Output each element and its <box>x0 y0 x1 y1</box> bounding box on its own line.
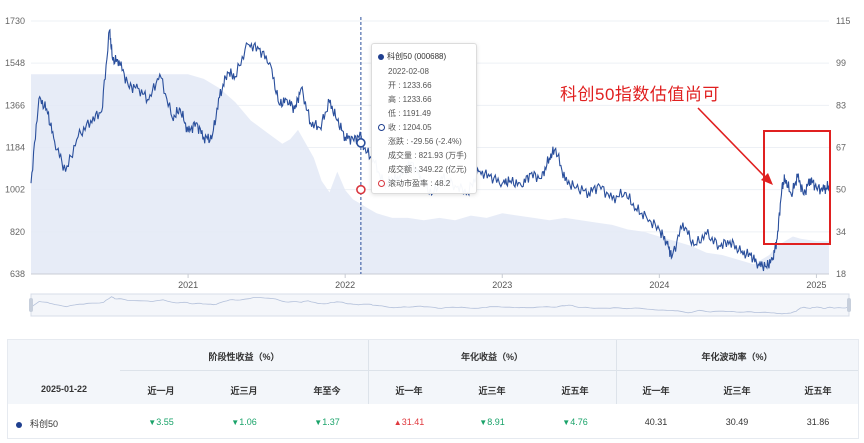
y-axis-right: 115 99 83 67 50 34 18 <box>836 16 850 279</box>
subhead-vol-5y: 近五年 <box>804 386 832 396</box>
y-right-tick: 50 <box>836 185 846 195</box>
subhead-1m: 近一月 <box>147 386 175 396</box>
y-left-tick: 1184 <box>6 143 25 153</box>
x-tick-label: 2024 <box>649 280 669 290</box>
annotation-text: 科创50指数估值尚可 <box>560 85 720 104</box>
close-ring-icon <box>378 124 385 132</box>
y-left-tick: 820 <box>10 227 25 237</box>
returns-table: 阶段性收益（%） 年化收益（%） 年化波动率（%） 2025-01-22 近一月… <box>7 339 859 439</box>
header-divider <box>120 370 858 371</box>
range-slider-handle-right[interactable] <box>847 298 851 312</box>
value-ret-3y: ▼8.91 <box>479 417 505 427</box>
value-arrow-icon: ▼ <box>231 418 240 427</box>
x-tick-label: 2022 <box>335 280 355 290</box>
value-arrow-icon: ▼ <box>562 418 571 427</box>
x-tick-label: 2023 <box>492 280 512 290</box>
value-arrow-icon: ▲ <box>393 418 402 427</box>
x-axis: 2021 2022 2023 2024 2025 <box>31 273 829 290</box>
value-arrow-icon: ▼ <box>314 418 323 427</box>
y-right-tick: 18 <box>836 269 846 279</box>
y-right-tick: 99 <box>836 58 846 68</box>
tooltip-low: 低 : 1191.49 <box>388 109 431 118</box>
tooltip-code: (000688) <box>414 52 447 61</box>
pe-ring-icon <box>378 180 385 188</box>
tooltip-change: 涨跌 : -29.56 (-2.4%) <box>388 137 462 146</box>
pe-marker <box>356 184 366 195</box>
tooltip-title: 科创50 (000688) <box>378 52 446 62</box>
value-arrow-icon: ▼ <box>479 418 488 427</box>
y-right-tick: 34 <box>836 227 846 237</box>
tooltip-name: 科创50 <box>387 52 412 61</box>
y-right-tick: 83 <box>836 100 846 110</box>
range-slider-handle-left[interactable] <box>29 298 33 312</box>
y-left-tick: 1730 <box>5 16 25 26</box>
value-vol-3y: 30.49 <box>725 417 749 427</box>
range-slider-track[interactable] <box>30 293 850 317</box>
table-date: 2025-01-22 <box>40 384 88 394</box>
table-row-name[interactable]: 科创50 <box>16 417 120 431</box>
subhead-ytd: 年至今 <box>313 386 341 396</box>
subhead-vol-1y: 近一年 <box>642 386 670 396</box>
x-tick-label: 2021 <box>178 280 198 290</box>
value-1m: ▼3.55 <box>148 417 174 427</box>
group-annual-volatility: 年化波动率（%） <box>701 352 773 362</box>
y-axis-left: 1730 1548 1366 1184 1002 820 638 <box>5 16 25 279</box>
series-dot-icon <box>378 53 384 60</box>
value-ytd: ▼1.37 <box>314 417 340 427</box>
tooltip-turnover: 成交额 : 349.22 (亿元) <box>388 165 467 174</box>
y-left-tick: 1366 <box>5 100 25 110</box>
x-tick-label: 2025 <box>806 280 826 290</box>
y-left-tick: 1002 <box>5 185 25 195</box>
value-vol-5y: 31.86 <box>806 417 830 427</box>
group-period-returns: 阶段性收益（%） <box>208 352 280 362</box>
group-annual-returns: 年化收益（%） <box>460 352 523 362</box>
value-vol-1y: 40.31 <box>644 417 668 427</box>
tooltip-close-text: 收 : 1204.05 <box>388 123 432 132</box>
y-left-tick: 638 <box>10 269 25 279</box>
tooltip-open: 开 : 1233.66 <box>388 81 432 90</box>
series-dot-icon <box>16 421 22 428</box>
annotation-arrow <box>697 107 767 179</box>
tooltip-pe-text: 滚动市盈率 : 48.2 <box>388 179 451 188</box>
tooltip-date: 2022-02-08 <box>388 67 429 76</box>
tooltip-volume: 成交量 : 821.93 (万手) <box>388 151 467 160</box>
tooltip-pe: 滚动市盈率 : 48.2 <box>378 179 450 189</box>
value-ret-5y: ▼4.76 <box>562 417 588 427</box>
subhead-ret-1y: 近一年 <box>395 386 423 396</box>
value-arrow-icon: ▼ <box>148 418 157 427</box>
y-left-tick: 1548 <box>5 58 25 68</box>
row-name-text: 科创50 <box>30 419 59 429</box>
y-right-tick: 115 <box>836 16 850 26</box>
y-right-tick: 67 <box>836 143 846 153</box>
subhead-ret-3y: 近三年 <box>478 386 506 396</box>
range-slider[interactable] <box>29 293 851 317</box>
value-ret-1y: ▲31.41 <box>393 417 425 427</box>
close-marker <box>356 138 366 148</box>
value-3m: ▼1.06 <box>231 417 257 427</box>
subhead-3m: 近三月 <box>230 386 258 396</box>
chart-tooltip: 科创50 (000688) 2022-02-08 开 : 1233.66 高 :… <box>371 43 477 194</box>
subhead-vol-3y: 近三年 <box>723 386 751 396</box>
tooltip-high: 高 : 1233.66 <box>388 95 432 104</box>
subhead-ret-5y: 近五年 <box>561 386 589 396</box>
tooltip-close: 收 : 1204.05 <box>378 123 432 133</box>
